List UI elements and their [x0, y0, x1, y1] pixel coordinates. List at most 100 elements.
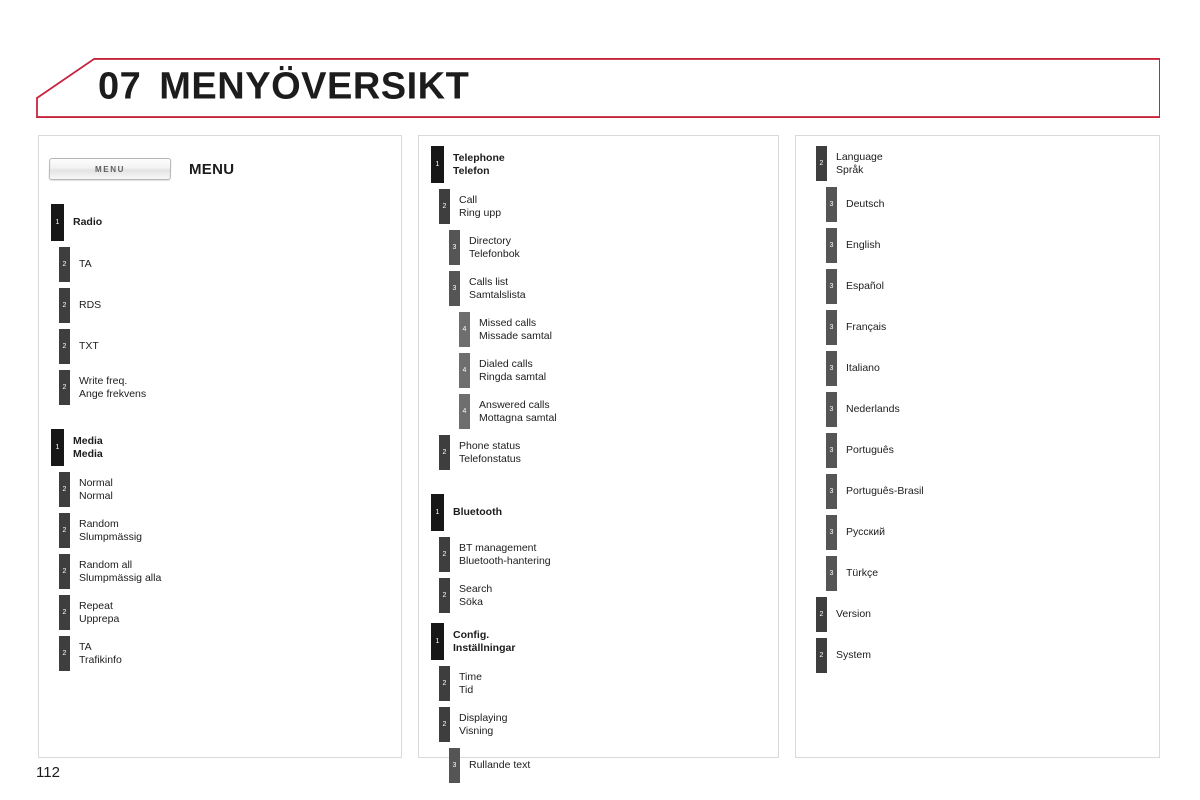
- menu-item-level-2[interactable]: 2 Random all Slumpmässig alla: [39, 554, 401, 589]
- menu-item-level-2[interactable]: 2 Time Tid: [419, 666, 778, 701]
- menu-item-label-en: Rullande text: [469, 759, 531, 772]
- level-marker-icon: 4: [459, 394, 470, 429]
- menu-item-label-sv: Söka: [459, 595, 483, 608]
- menu-item-level-1[interactable]: 1 Config. Inställningar: [419, 623, 778, 660]
- level-marker-icon: 3: [826, 474, 837, 509]
- menu-item-label-en: Русский: [846, 526, 885, 539]
- menu-item-level-3[interactable]: 3 Directory Telefonbok: [419, 230, 778, 265]
- level-marker-icon: 1: [431, 494, 444, 531]
- menu-item-level-3[interactable]: 3 Español: [796, 269, 1159, 304]
- menu-item-label-en: Repeat: [79, 600, 113, 613]
- menu-item-label-sv: Visning: [459, 724, 494, 737]
- menu-button-heading: MENU MENU: [39, 152, 401, 186]
- menu-item-label-sv: Mottagna samtal: [479, 411, 557, 424]
- level-marker-icon: 3: [826, 187, 837, 222]
- level-marker-icon: 1: [431, 623, 444, 660]
- menu-item-level-2[interactable]: 2 System: [796, 638, 1159, 673]
- menu-tree-column-1: 1 Radio 2 TA 2 RDS 2 TXT 2 Write freq. Ange frekve…: [39, 204, 401, 671]
- level-marker-icon: 2: [59, 247, 70, 282]
- menu-item-label-en: Italiano: [846, 362, 880, 375]
- menu-tree-column-2: 1 Telephone Telefon 2 Call Ring upp 3 Directory…: [419, 146, 778, 783]
- menu-item-labels: Telephone Telefon: [453, 152, 505, 177]
- menu-item-level-2[interactable]: 2 Normal Normal: [39, 472, 401, 507]
- menu-item-label-en: Random all: [79, 559, 133, 572]
- menu-item-level-3[interactable]: 3 Rullande text: [419, 748, 778, 783]
- level-marker-icon: 1: [431, 146, 444, 183]
- menu-item-label-en: Deutsch: [846, 198, 885, 211]
- menu-item-level-2[interactable]: 2 Repeat Upprepa: [39, 595, 401, 630]
- level-marker-icon: 3: [449, 271, 460, 306]
- menu-item-level-3[interactable]: 3 Deutsch: [796, 187, 1159, 222]
- level-marker-icon: 3: [449, 230, 460, 265]
- menu-item-label-en: Directory: [469, 235, 512, 248]
- menu-item-label-sv: Upprepa: [79, 612, 120, 625]
- level-marker-icon: 3: [826, 269, 837, 304]
- menu-item-level-3[interactable]: 3 Português-Brasil: [796, 474, 1159, 509]
- menu-item-level-3[interactable]: 3 Français: [796, 310, 1159, 345]
- menu-item-level-2[interactable]: 2 Displaying Visning: [419, 707, 778, 742]
- menu-item-labels: TXT: [79, 340, 99, 352]
- menu-item-level-3[interactable]: 3 English: [796, 228, 1159, 263]
- menu-item-level-3[interactable]: 3 Русский: [796, 515, 1159, 550]
- menu-item-level-1[interactable]: 1 Telephone Telefon: [419, 146, 778, 183]
- menu-item-level-4[interactable]: 4 Dialed calls Ringda samtal: [419, 353, 778, 388]
- menu-item-label-en: Português-Brasil: [846, 485, 924, 498]
- menu-item-level-2[interactable]: 2 Version: [796, 597, 1159, 632]
- level-marker-icon: 2: [816, 146, 827, 181]
- menu-item-label-en: Call: [459, 194, 478, 207]
- menu-item-labels: Nederlands: [846, 403, 900, 415]
- menu-item-label-sv: Ange frekvens: [79, 387, 147, 400]
- menu-item-labels: TA Trafikinfo: [79, 641, 122, 666]
- menu-item-level-2[interactable]: 2 Write freq. Ange frekvens: [39, 370, 401, 405]
- menu-item-labels: TA: [79, 258, 92, 270]
- menu-column-3: 2 Language Språk 3 Deutsch 3 English 3 Español 3 F…: [795, 135, 1160, 758]
- menu-item-level-2[interactable]: 2 TA Trafikinfo: [39, 636, 401, 671]
- menu-item-level-3[interactable]: 3 Italiano: [796, 351, 1159, 386]
- menu-item-level-2[interactable]: 2 Call Ring upp: [419, 189, 778, 224]
- menu-column-1: MENU MENU 1 Radio 2 TA 2 RDS 2 TXT 2 Write freq. A…: [38, 135, 402, 758]
- menu-item-label-en: Nederlands: [846, 403, 900, 416]
- menu-item-level-3[interactable]: 3 Português: [796, 433, 1159, 468]
- menu-item-level-2[interactable]: 2 Search Söka: [419, 578, 778, 613]
- menu-item-level-4[interactable]: 4 Answered calls Mottagna samtal: [419, 394, 778, 429]
- level-marker-icon: 2: [816, 638, 827, 673]
- menu-item-level-2[interactable]: 2 TXT: [39, 329, 401, 364]
- menu-item-label-en: Normal: [79, 477, 113, 490]
- menu-item-label-en: Time: [459, 671, 482, 684]
- level-marker-icon: 2: [439, 435, 450, 470]
- menu-item-level-2[interactable]: 2 Random Slumpmässig: [39, 513, 401, 548]
- menu-item-level-2[interactable]: 2 Phone status Telefonstatus: [419, 435, 778, 470]
- menu-item-level-3[interactable]: 3 Calls list Samtalslista: [419, 271, 778, 306]
- menu-item-labels: Calls list Samtalslista: [469, 276, 526, 301]
- menu-item-label-en: Version: [836, 608, 872, 621]
- menu-item-level-4[interactable]: 4 Missed calls Missade samtal: [419, 312, 778, 347]
- level-marker-icon: 2: [59, 513, 70, 548]
- menu-item-level-2[interactable]: 2 TA: [39, 247, 401, 282]
- level-marker-icon: 2: [439, 578, 450, 613]
- menu-item-level-2[interactable]: 2 Language Språk: [796, 146, 1159, 181]
- menu-item-label-en: Calls list: [469, 276, 509, 289]
- menu-item-level-1[interactable]: 1 Bluetooth: [419, 494, 778, 531]
- menu-item-level-2[interactable]: 2 RDS: [39, 288, 401, 323]
- menu-item-level-2[interactable]: 2 BT management Bluetooth-hantering: [419, 537, 778, 572]
- level-marker-icon: 3: [826, 310, 837, 345]
- menu-item-label-en: Media: [73, 435, 103, 448]
- menu-item-level-3[interactable]: 3 Nederlands: [796, 392, 1159, 427]
- menu-item-labels: Español: [846, 280, 884, 292]
- menu-item-label-sv: Samtalslista: [469, 288, 526, 301]
- menu-item-labels: Normal Normal: [79, 477, 113, 502]
- menu-item-label-en: Português: [846, 444, 894, 457]
- menu-item-labels: Write freq. Ange frekvens: [79, 375, 146, 400]
- menu-item-level-1[interactable]: 1 Radio: [39, 204, 401, 241]
- menu-item-labels: Português: [846, 444, 894, 456]
- level-marker-icon: 3: [826, 433, 837, 468]
- menu-item-label-en: Dialed calls: [479, 358, 533, 371]
- page-title: 07 MENYÖVERSIKT: [98, 66, 469, 109]
- level-marker-icon: 3: [826, 228, 837, 263]
- menu-item-label-en: Missed calls: [479, 317, 537, 330]
- menu-item-level-1[interactable]: 1 Media Media: [39, 429, 401, 466]
- menu-hardware-button[interactable]: MENU: [48, 158, 172, 180]
- menu-item-labels: Language Språk: [836, 151, 883, 176]
- menu-item-level-3[interactable]: 3 Türkçe: [796, 556, 1159, 591]
- menu-item-label-en: Français: [846, 321, 887, 334]
